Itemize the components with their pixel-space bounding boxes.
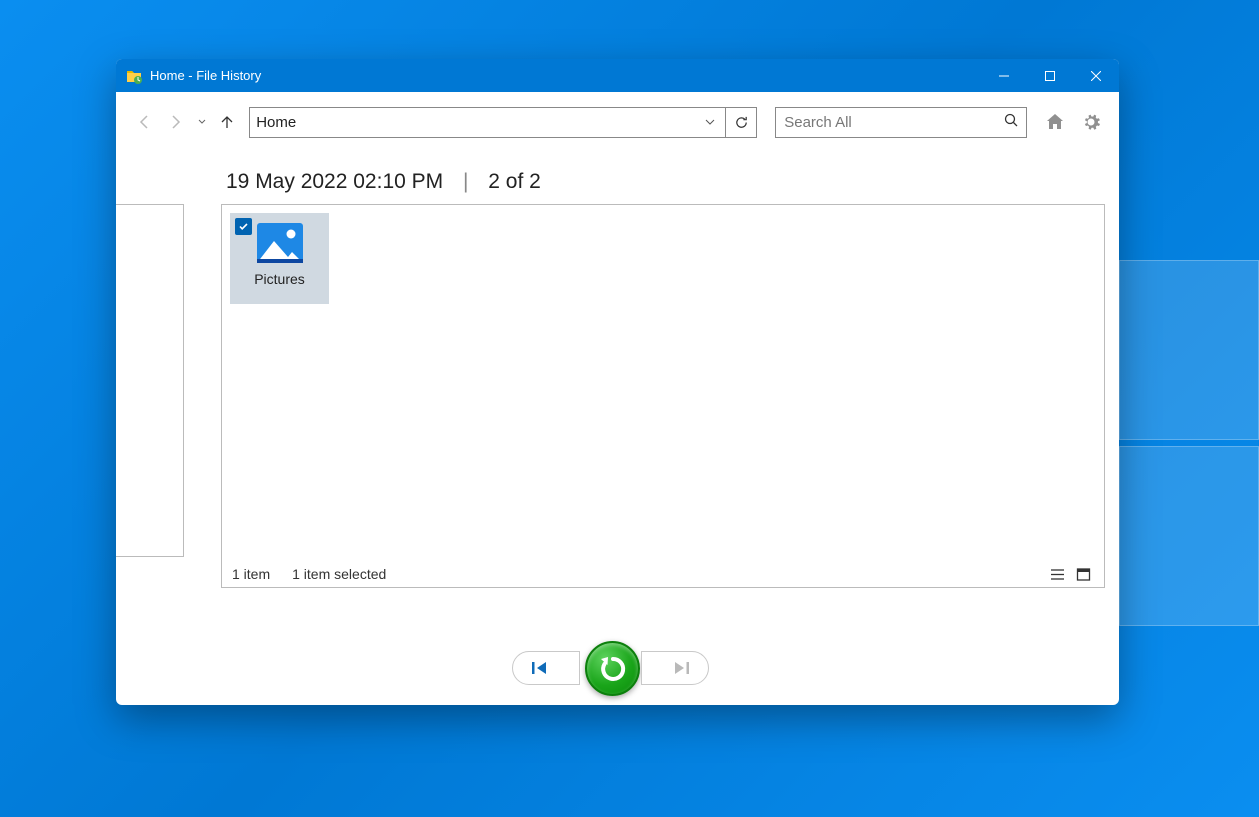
refresh-button[interactable]: [726, 107, 757, 138]
settings-button[interactable]: [1077, 108, 1105, 136]
content-area: Pictures 1 item 1 item selected: [116, 204, 1119, 633]
next-version-button[interactable]: [641, 651, 709, 685]
nav-back-button[interactable]: [130, 108, 158, 136]
maximize-button[interactable]: [1027, 59, 1073, 92]
selected-count: 1 item selected: [292, 566, 386, 582]
separator: |: [463, 170, 468, 193]
nav-recent-dropdown[interactable]: [194, 118, 210, 126]
nav-forward-button[interactable]: [162, 108, 190, 136]
previous-version-panel[interactable]: [116, 204, 184, 557]
restore-button[interactable]: [585, 641, 640, 696]
close-button[interactable]: [1073, 59, 1119, 92]
items-panel: Pictures 1 item 1 item selected: [221, 204, 1105, 588]
address-text: Home: [256, 114, 701, 131]
timestamp: 19 May 2022 02:10 PM: [226, 170, 443, 193]
search-icon[interactable]: [1004, 113, 1018, 132]
search-input[interactable]: [784, 114, 1004, 131]
version-info: 19 May 2022 02:10 PM | 2 of 2: [116, 152, 1119, 204]
nav-up-button[interactable]: [213, 108, 241, 136]
minimize-button[interactable]: [981, 59, 1027, 92]
titlebar[interactable]: Home - File History: [116, 59, 1119, 92]
search-box[interactable]: [775, 107, 1027, 138]
file-history-window: Home - File History Home: [116, 59, 1119, 705]
desktop-win-logo: [1119, 260, 1259, 632]
item-checkbox[interactable]: [235, 218, 252, 235]
item-count: 1 item: [232, 566, 270, 582]
view-icons-button[interactable]: [1072, 564, 1094, 584]
previous-version-button[interactable]: [512, 651, 580, 685]
navigation-controls: [116, 633, 1119, 705]
folder-label: Pictures: [254, 271, 305, 287]
toolbar: Home: [116, 92, 1119, 152]
window-title: Home - File History: [150, 68, 261, 83]
home-button[interactable]: [1041, 108, 1069, 136]
pictures-folder-icon: [254, 219, 306, 267]
address-dropdown-icon[interactable]: [701, 117, 719, 127]
view-details-button[interactable]: [1046, 564, 1068, 584]
page-indicator: 2 of 2: [488, 170, 541, 193]
folder-item-pictures[interactable]: Pictures: [230, 213, 329, 304]
status-bar: 1 item 1 item selected: [222, 561, 1104, 587]
app-icon: [126, 68, 142, 84]
address-bar[interactable]: Home: [249, 107, 726, 138]
items-area[interactable]: Pictures: [222, 205, 1104, 561]
